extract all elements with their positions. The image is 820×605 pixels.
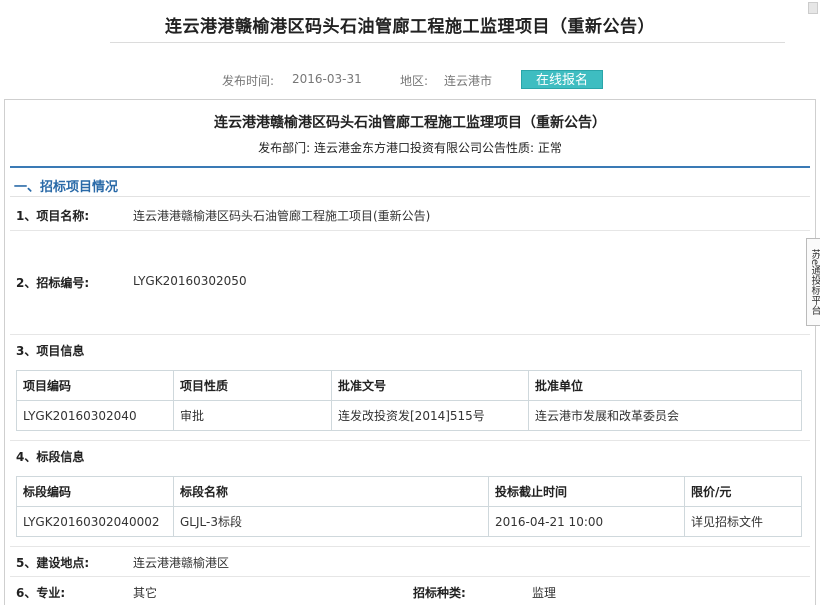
table-cell: 2016-04-21 10:00 [488,506,685,537]
online-apply-button[interactable]: 在线报名 [521,70,603,89]
row-divider [10,576,810,577]
section-info-table: 标段编码 标段名称 投标截止时间 限价/元 LYGK20160302040002… [16,476,802,537]
region-value: 连云港市 [444,74,493,88]
meta-row: 发布时间: 2016-03-31 地区: 连云港市 在线报名 [0,70,820,90]
table-cell: 详见招标文件 [684,506,802,537]
table-header-cell: 限价/元 [684,476,802,507]
table-header-cell: 项目编码 [16,370,174,401]
table-cell: LYGK20160302040002 [16,506,174,537]
section-divider [10,196,810,197]
table-header-row: 项目编码 项目性质 批准文号 批准单位 [16,370,802,401]
table-cell: 连云港市发展和改革委员会 [528,400,802,431]
table-cell: 连发改投资发[2014]515号 [331,400,529,431]
table-cell: GLJL-3标段 [173,506,489,537]
row-divider [10,230,810,231]
section-info-label: 4、标段信息 [16,450,85,464]
region-label: 地区: [400,74,429,88]
bid-type-value: 监理 [532,586,557,600]
publish-date-value: 2016-03-31 [292,72,362,86]
table-header-cell: 批准文号 [331,370,529,401]
table-header-cell: 项目性质 [173,370,332,401]
table-header-cell: 标段编码 [16,476,174,507]
notice-divider [10,166,810,168]
side-float-tab[interactable]: 苏e通投标平台 [806,238,820,326]
table-header-cell: 投标截止时间 [488,476,685,507]
table-cell: 审批 [173,400,332,431]
row-divider [10,334,810,335]
bid-type-label: 招标种类: [413,586,466,600]
notice-title: 连云港港赣榆港区码头石油管廊工程施工监理项目（重新公告） [214,115,606,131]
page-title: 连云港港赣榆港区码头石油管廊工程施工监理项目（重新公告） [165,17,655,37]
project-name-label: 1、项目名称: [16,209,90,223]
table-header-cell: 批准单位 [528,370,802,401]
publishing-department: 发布部门: 连云港金东方港口投资有限公司公告性质: 正常 [258,141,562,155]
project-name-value: 连云港港赣榆港区码头石油管廊工程施工项目(重新公告) [133,209,431,223]
row-divider [10,440,810,441]
table-row: LYGK20160302040 审批 连发改投资发[2014]515号 连云港市… [16,400,802,431]
major-label: 6、专业: [16,586,66,600]
major-value: 其它 [133,586,158,600]
site-label: 5、建设地点: [16,556,90,570]
row-divider [10,546,810,547]
publish-date-label: 发布时间: [222,74,275,88]
site-value: 连云港港赣榆港区 [133,556,230,570]
table-row: LYGK20160302040002 GLJL-3标段 2016-04-21 1… [16,506,802,537]
table-header-cell: 标段名称 [173,476,489,507]
section-heading: 一、招标项目情况 [14,180,119,195]
project-info-label: 3、项目信息 [16,344,85,358]
bid-number-label: 2、招标编号: [16,276,90,290]
table-header-row: 标段编码 标段名称 投标截止时间 限价/元 [16,476,802,507]
table-cell: LYGK20160302040 [16,400,174,431]
bid-number-value: LYGK20160302050 [133,274,247,288]
title-divider [110,42,785,43]
project-info-table: 项目编码 项目性质 批准文号 批准单位 LYGK20160302040 审批 连… [16,370,802,431]
